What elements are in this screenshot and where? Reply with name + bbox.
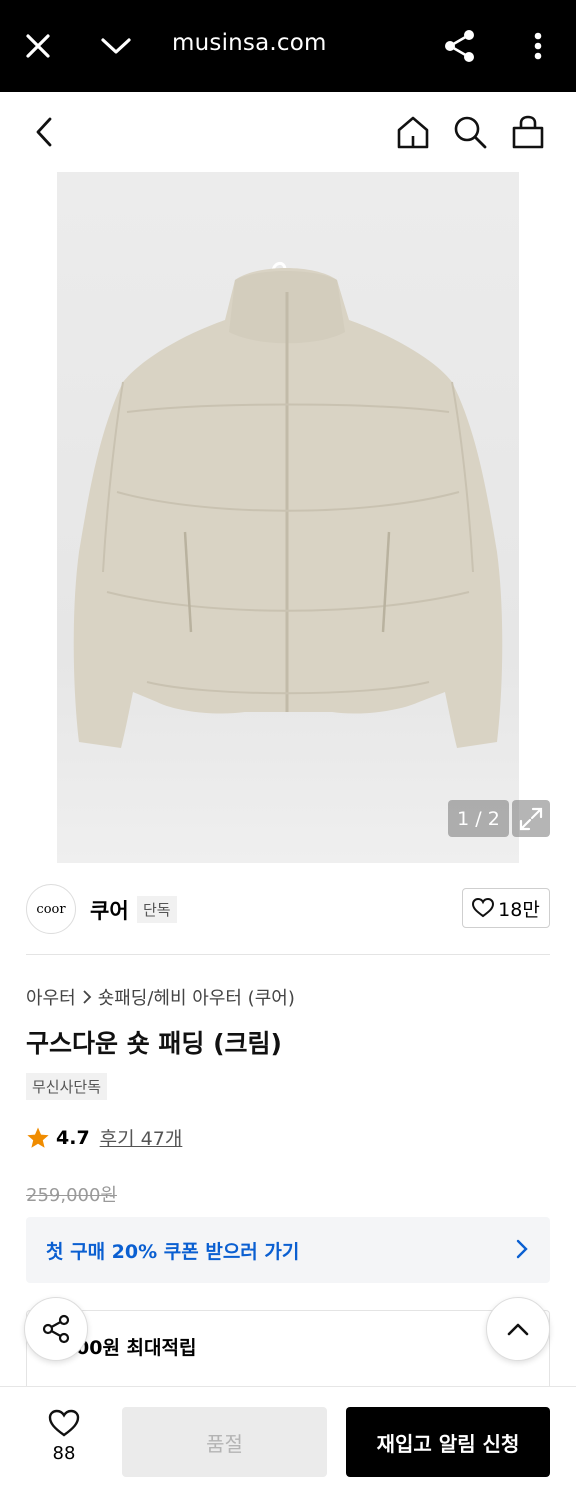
share-icon[interactable] xyxy=(436,22,484,70)
back-icon[interactable] xyxy=(20,108,68,156)
breadcrumb: 아우터 숏패딩/헤비 아우터 (쿠어) xyxy=(26,984,295,1010)
heart-icon xyxy=(48,1409,80,1437)
chevron-right-icon xyxy=(83,990,91,1004)
brand-like-count: 18만 xyxy=(498,898,540,921)
review-count-link[interactable]: 후기 47개 xyxy=(100,1124,183,1151)
soldout-button[interactable]: 품절 xyxy=(122,1407,327,1477)
divider xyxy=(26,954,550,955)
home-icon[interactable] xyxy=(389,108,437,156)
heart-icon xyxy=(472,898,495,918)
first-purchase-coupon-banner[interactable]: 첫 구매 20% 쿠폰 받으러 가기 xyxy=(26,1217,550,1283)
bag-icon[interactable] xyxy=(504,108,552,156)
brand-logo[interactable]: coor xyxy=(26,884,76,934)
brand-name[interactable]: 쿠어 xyxy=(90,895,129,925)
product-image[interactable] xyxy=(57,172,519,863)
restock-alert-button[interactable]: 재입고 알림 신청 xyxy=(346,1407,550,1477)
jacket-illustration xyxy=(73,262,503,748)
original-price: 259,000원 xyxy=(26,1185,117,1206)
share-icon xyxy=(42,1314,70,1344)
wishlist-button[interactable]: 88 xyxy=(30,1409,98,1464)
floating-share-button[interactable] xyxy=(24,1297,88,1361)
breadcrumb-category[interactable]: 아우터 xyxy=(26,984,76,1010)
chevron-right-icon xyxy=(516,1239,528,1259)
brand-row: coor 쿠어 단독 18만 xyxy=(0,863,576,955)
browser-toolbar: musinsa.com xyxy=(0,0,576,92)
star-icon xyxy=(27,1127,49,1148)
chevron-up-icon xyxy=(507,1323,529,1336)
expand-icon[interactable] xyxy=(512,800,550,837)
breadcrumb-subcategory[interactable]: 숏패딩/헤비 아우터 (쿠어) xyxy=(98,984,295,1010)
search-icon[interactable] xyxy=(446,108,494,156)
exclusive-badge: 단독 xyxy=(137,896,177,923)
brand-like-button[interactable]: 18만 xyxy=(462,888,550,928)
bottom-action-bar: 88 품절 재입고 알림 신청 xyxy=(0,1386,576,1500)
close-icon[interactable] xyxy=(14,22,62,70)
wishlist-count: 88 xyxy=(52,1443,76,1464)
rating-row: 4.7 후기 47개 xyxy=(26,1124,182,1151)
app-header xyxy=(0,92,576,172)
more-vertical-icon[interactable] xyxy=(514,22,562,70)
coupon-text: 첫 구매 20% 쿠폰 받으러 가기 xyxy=(46,1240,300,1263)
scroll-to-top-button[interactable] xyxy=(486,1297,550,1361)
max-points-text: 00원 최대적립 xyxy=(76,1337,197,1359)
chevron-down-icon[interactable] xyxy=(92,22,140,70)
url-text[interactable]: musinsa.com xyxy=(172,30,327,56)
image-counter: 1 / 2 xyxy=(448,800,509,837)
product-gallery[interactable]: 1 / 2 xyxy=(0,172,576,863)
product-title: 구스다운 숏 패딩 (크림) xyxy=(26,1029,282,1058)
exclusive-tag: 무신사단독 xyxy=(26,1073,108,1100)
rating-score: 4.7 xyxy=(56,1126,90,1149)
